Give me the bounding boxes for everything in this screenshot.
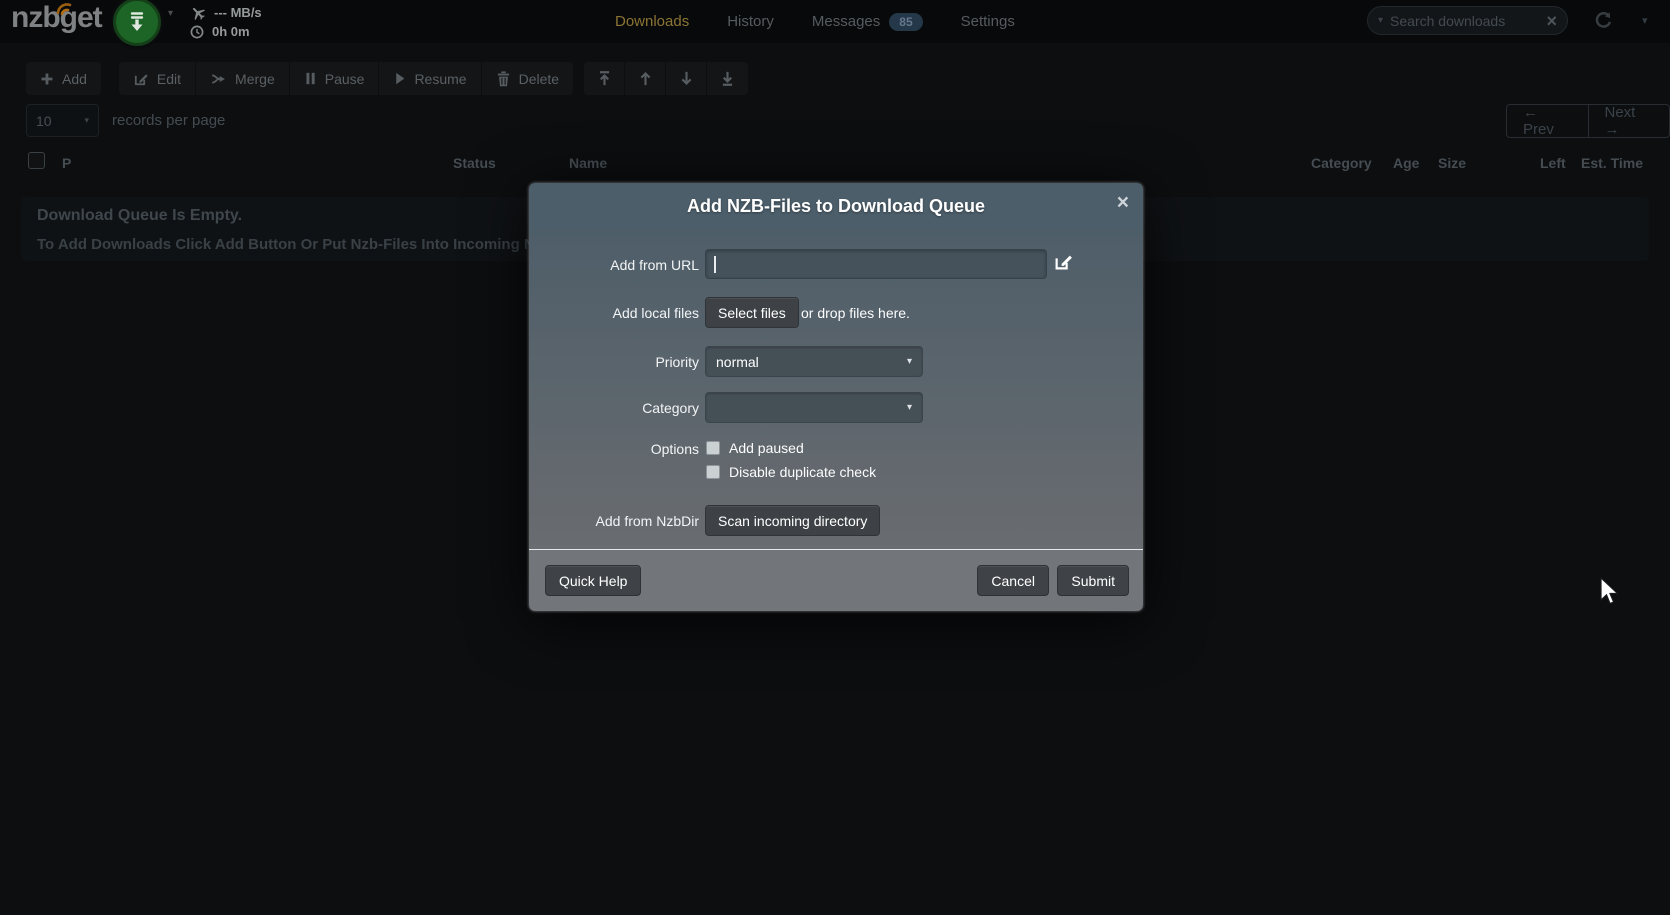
- move-bottom-button[interactable]: [707, 62, 748, 95]
- cancel-button[interactable]: Cancel: [977, 565, 1049, 596]
- search-input[interactable]: [1390, 13, 1539, 29]
- priority-label: Priority: [529, 354, 699, 370]
- merge-button[interactable]: Merge: [196, 62, 290, 95]
- edit-icon: [133, 71, 149, 87]
- tab-settings[interactable]: Settings: [961, 13, 1015, 30]
- nzbdir-label: Add from NzbDir: [529, 513, 699, 529]
- main-nav: Downloads History Messages 85 Settings: [615, 0, 1015, 43]
- edit-button[interactable]: Edit: [119, 62, 196, 95]
- resume-button[interactable]: Resume: [379, 62, 481, 95]
- empty-queue-title: Download Queue Is Empty.: [37, 207, 242, 225]
- column-header-size[interactable]: Size: [1438, 155, 1466, 171]
- close-icon[interactable]: ×: [1117, 192, 1129, 213]
- url-edit-icon[interactable]: [1053, 252, 1073, 272]
- modal-header: Add NZB-Files to Download Queue ×: [529, 183, 1143, 229]
- column-header-left[interactable]: Left: [1540, 155, 1566, 171]
- tab-messages[interactable]: Messages 85: [812, 13, 923, 31]
- add-paused-label: Add paused: [729, 440, 804, 456]
- pause-button[interactable]: Pause: [290, 62, 380, 95]
- empty-queue-hint: To Add Downloads Click Add Button Or Put…: [37, 236, 551, 253]
- scan-incoming-button[interactable]: Scan incoming directory: [705, 505, 880, 536]
- quick-help-button[interactable]: Quick Help: [545, 565, 641, 596]
- select-all-checkbox[interactable]: [28, 152, 45, 169]
- modal-body: Add from URL Add local files Select file…: [529, 229, 1143, 549]
- page-size-caret-icon: ▾: [84, 115, 89, 126]
- local-files-label: Add local files: [529, 305, 699, 321]
- modal-title: Add NZB-Files to Download Queue: [529, 183, 1143, 229]
- nzbget-app: nzbget ▾ --- MB/s: [0, 0, 1670, 915]
- add-paused-checkbox[interactable]: [706, 441, 720, 455]
- tab-downloads[interactable]: Downloads: [615, 13, 689, 30]
- column-header-priority[interactable]: P: [62, 155, 71, 171]
- drop-files-hint: or drop files here.: [801, 305, 910, 321]
- delete-button[interactable]: Delete: [482, 62, 573, 95]
- disable-duplicate-label: Disable duplicate check: [729, 464, 876, 480]
- column-header-status[interactable]: Status: [453, 155, 496, 171]
- column-header-est-time[interactable]: Est. Time: [1581, 155, 1643, 171]
- pause-icon: [304, 71, 317, 86]
- options-label: Options: [529, 441, 699, 457]
- download-menu-button[interactable]: [113, 0, 161, 46]
- add-button[interactable]: Add: [26, 62, 101, 95]
- submit-button[interactable]: Submit: [1057, 565, 1129, 596]
- play-icon: [393, 71, 406, 86]
- mouse-cursor: [1599, 577, 1621, 607]
- select-files-button[interactable]: Select files: [705, 297, 799, 328]
- column-header-category[interactable]: Category: [1311, 155, 1372, 171]
- search-box[interactable]: ▾ ×: [1367, 6, 1568, 35]
- modal-footer: Quick Help Cancel Submit: [529, 549, 1143, 611]
- uptime-value: 0h 0m: [212, 24, 250, 39]
- disable-duplicate-checkbox[interactable]: [706, 465, 720, 479]
- queue-toolbar: Add Edit Merge: [26, 62, 748, 95]
- move-down-button[interactable]: [666, 62, 707, 95]
- category-caret-icon: ▾: [907, 402, 912, 413]
- priority-caret-icon: ▾: [907, 356, 912, 367]
- search-caret-down-icon[interactable]: ▾: [1378, 15, 1383, 26]
- arrow-up-icon: [638, 70, 653, 87]
- category-select[interactable]: ▾: [705, 392, 923, 423]
- arrow-to-top-icon: [597, 70, 612, 87]
- pager: ← Prev Next →: [1506, 104, 1670, 138]
- text-cursor: [714, 256, 716, 273]
- logo-caret-down-icon[interactable]: ▾: [168, 8, 173, 19]
- column-header-age[interactable]: Age: [1393, 155, 1419, 171]
- arrow-down-icon: [679, 70, 694, 87]
- status-indicators: --- MB/s 0h 0m: [190, 3, 262, 41]
- signal-arcs-icon: [55, 1, 79, 15]
- merge-icon: [210, 71, 227, 87]
- records-per-page-label: records per page: [112, 112, 225, 129]
- prev-page-button[interactable]: ← Prev: [1506, 104, 1589, 138]
- arrow-to-bottom-icon: [720, 70, 735, 87]
- refresh-icon[interactable]: [1594, 11, 1613, 35]
- navbar-caret-down-icon[interactable]: ▾: [1642, 14, 1648, 27]
- priority-select[interactable]: normal ▾: [705, 346, 923, 377]
- add-nzb-modal: Add NZB-Files to Download Queue × Add fr…: [529, 183, 1143, 611]
- plus-icon: [40, 72, 54, 86]
- download-list-icon: [125, 9, 149, 35]
- move-up-button[interactable]: [625, 62, 666, 95]
- search-clear-icon[interactable]: ×: [1546, 12, 1557, 30]
- url-field-label: Add from URL: [529, 257, 699, 273]
- navbar: nzbget ▾ --- MB/s: [0, 0, 1670, 43]
- tab-history[interactable]: History: [727, 13, 774, 30]
- speed-value: --- MB/s: [214, 5, 262, 20]
- clock-icon: [190, 25, 204, 39]
- category-label: Category: [529, 400, 699, 416]
- messages-count-badge: 85: [889, 13, 922, 31]
- move-top-button[interactable]: [584, 62, 625, 95]
- page-size-select[interactable]: 10 ▾: [26, 104, 99, 137]
- next-page-button[interactable]: Next →: [1588, 104, 1670, 138]
- plane-icon: [190, 5, 206, 21]
- url-input[interactable]: [705, 249, 1047, 279]
- trash-icon: [496, 71, 511, 87]
- column-header-name[interactable]: Name: [569, 155, 607, 171]
